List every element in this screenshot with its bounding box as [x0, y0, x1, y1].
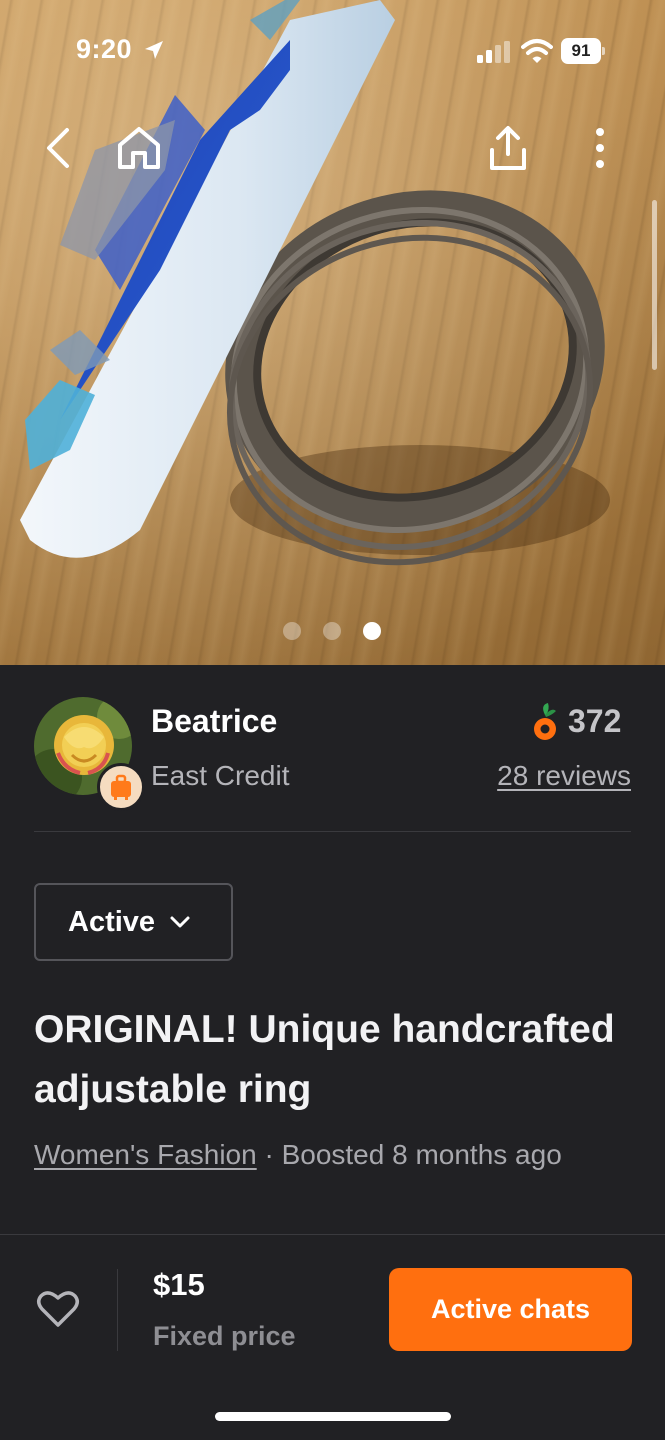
share-button[interactable]: [480, 120, 536, 176]
listing-title: ORIGINAL! Unique handcrafted adjustable …: [34, 1008, 615, 1111]
carrot-icon: [534, 703, 556, 740]
cellular-signal-icon: [477, 41, 510, 63]
carousel-dot[interactable]: [323, 622, 341, 640]
home-button[interactable]: [111, 120, 167, 176]
boosted-time: · Boosted 8 months ago: [256, 1139, 562, 1170]
back-button[interactable]: [30, 120, 86, 176]
chevron-down-icon: [170, 916, 190, 928]
scroll-indicator: [652, 200, 657, 370]
more-vertical-icon: [596, 128, 604, 168]
status-bar: 9:20 91: [0, 0, 665, 100]
product-photo[interactable]: 9:20 91: [0, 0, 665, 665]
active-chats-button[interactable]: Active chats: [389, 1268, 632, 1351]
status-time: 9:20: [76, 34, 133, 64]
like-button[interactable]: [34, 1285, 82, 1333]
battery-icon: 91: [561, 38, 605, 64]
divider: [34, 831, 631, 832]
carousel-dots[interactable]: [283, 622, 383, 642]
home-icon: [118, 127, 160, 169]
carousel-dot[interactable]: [283, 622, 301, 640]
manner-score: 372: [568, 703, 622, 739]
listing-meta: Women's Fashion · Boosted 8 months ago: [34, 1139, 562, 1171]
home-indicator[interactable]: [215, 1412, 451, 1421]
price: $15: [153, 1267, 205, 1302]
battery-level: 91: [561, 38, 601, 64]
seller-location: East Credit: [151, 760, 290, 791]
price-type: Fixed price: [153, 1321, 296, 1351]
seller-name[interactable]: Beatrice: [151, 703, 277, 740]
more-options-button[interactable]: [572, 120, 628, 176]
seller-section[interactable]: Beatrice East Credit 372 28 reviews: [0, 665, 665, 833]
back-chevron-icon: [47, 128, 69, 168]
share-upload-icon: [490, 126, 526, 170]
location-arrow-icon: [145, 41, 163, 59]
carousel-dot-active[interactable]: [363, 622, 381, 640]
heart-outline-icon: [37, 1291, 79, 1327]
reviews-link[interactable]: 28 reviews: [497, 760, 631, 792]
listing-status-dropdown[interactable]: Active: [34, 883, 233, 961]
category-link[interactable]: Women's Fashion: [34, 1139, 257, 1170]
bottom-action-bar: $15 Fixed price Active chats: [0, 1234, 665, 1440]
listing-status-label: Active: [68, 905, 156, 938]
divider-vertical: [117, 1269, 118, 1351]
wifi-icon: [521, 39, 553, 63]
seller-badge: [97, 763, 145, 811]
suitcase-icon: [111, 774, 131, 800]
